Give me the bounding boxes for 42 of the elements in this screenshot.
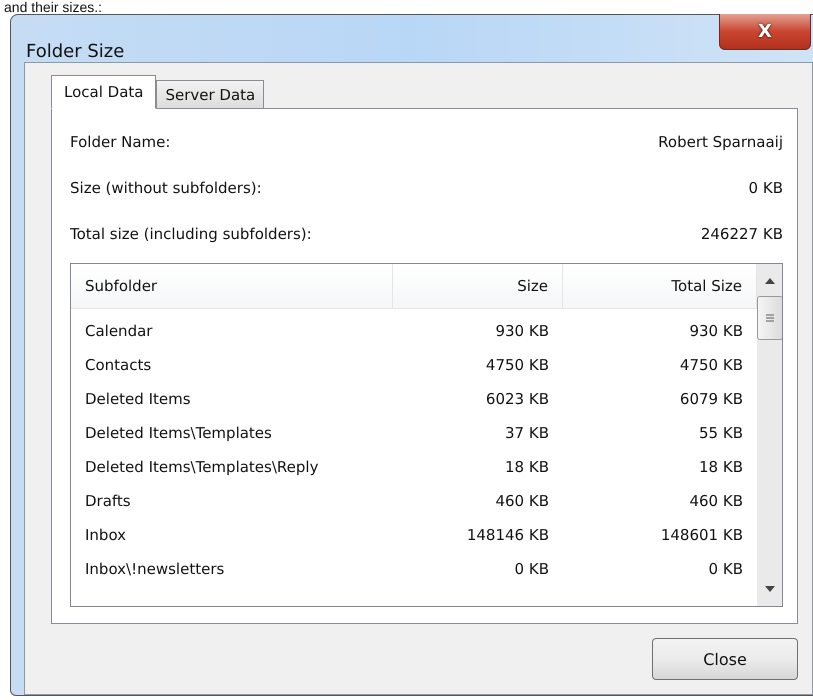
table-cell-text: 0 KB (514, 559, 550, 580)
scrollbar[interactable] (757, 264, 782, 606)
tab[interactable]: Server Data (156, 80, 264, 109)
caption-text: and their sizes.: (3, 0, 104, 14)
table-cell-text: 4750 KB (484, 355, 550, 376)
table-cell-text: Deleted Items\Templates (84, 423, 273, 444)
table-cell-text: 0 KB (708, 559, 744, 580)
table-cell-text: Deleted Items\Templates\Reply (84, 457, 320, 478)
table-cell-text: 460 KB (688, 491, 744, 512)
table-cell-text: 6079 KB (678, 389, 744, 410)
table-cell-text: 18 KB (504, 457, 550, 478)
column-header[interactable]: Subfolder (71, 264, 393, 308)
field-value: 246227 KB (700, 225, 783, 243)
table-cell-text: 37 KB (504, 423, 550, 444)
table-cell-text: 148146 KB (466, 525, 550, 546)
table-cell-text: 930 KB (688, 321, 744, 342)
scroll-down-icon[interactable] (765, 586, 775, 592)
field-value: Robert Sparnaaij (658, 133, 783, 151)
table-cell-text: Deleted Items (84, 389, 192, 410)
scroll-thumb[interactable] (757, 296, 782, 340)
table-cell-text: Contacts (84, 355, 152, 376)
field-label: Folder Name: (70, 133, 170, 151)
table-cell-text: Inbox\!newsletters (84, 559, 226, 580)
table-cell-text: Inbox (84, 525, 128, 546)
column-header[interactable]: Size (393, 264, 563, 308)
tab[interactable]: Local Data (51, 75, 156, 109)
table-cell-text: 148601 KB (660, 525, 744, 546)
scroll-up-icon[interactable] (765, 278, 775, 284)
window-close-button[interactable]: X (719, 14, 811, 50)
window-title: Folder Size (26, 41, 124, 62)
dialog-button[interactable]: Close (652, 638, 798, 680)
table-cell-text: 460 KB (494, 491, 550, 512)
field-value: 0 KB (748, 179, 783, 197)
table-cell-text: 6023 KB (484, 389, 550, 410)
field-label: Total size (including subfolders): (70, 225, 312, 243)
table-cell-text: 4750 KB (678, 355, 744, 376)
table-cell-text: 55 KB (698, 423, 744, 444)
field-label: Size (without subfolders): (70, 179, 262, 197)
table-cell-text: 930 KB (494, 321, 550, 342)
table-cell-text: 18 KB (698, 457, 744, 478)
table-cell-text: Calendar (84, 321, 154, 342)
table-cell-text: Drafts (84, 491, 132, 512)
